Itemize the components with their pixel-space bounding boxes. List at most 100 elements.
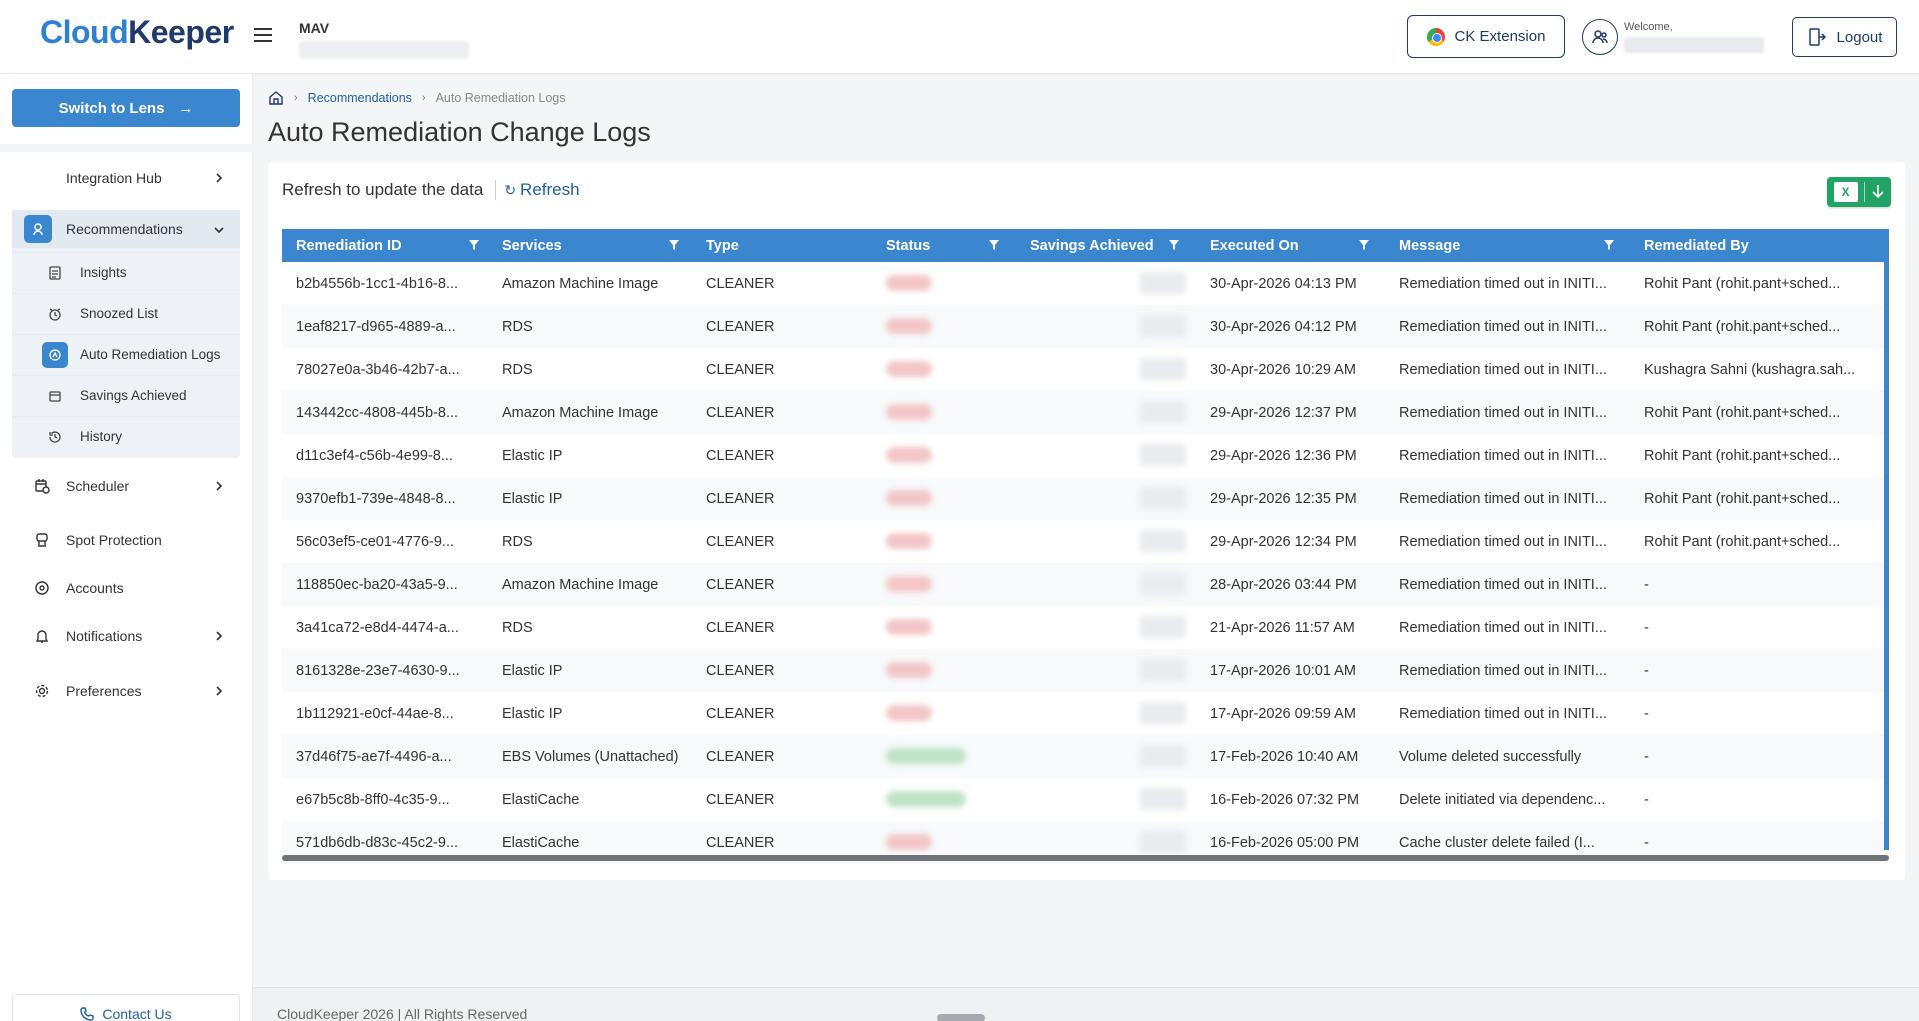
type-cell: CLEANER [706,361,775,378]
table-row[interactable]: d11c3ef4-c56b-4e99-8... Elastic IP CLEANER… [282,434,1889,477]
sidebar-item-savings-achieved[interactable]: Savings Achieved [12,375,240,415]
savings-cell [1016,520,1196,563]
table-row[interactable]: 9370efb1-739e-4848-8... Elastic IP CLEANER… [282,477,1889,520]
column-header-status[interactable]: Status [872,229,1016,262]
type-cell: CLEANER [706,705,775,722]
cloudkeeper-logo[interactable]: CloudKeeper [40,14,234,51]
table-row[interactable]: 118850ec-ba20-43a5-9... Amazon Machine Im… [282,563,1889,606]
savings-cell [1016,692,1196,735]
by-cell: Rohit Pant (rohit.pant+sched... [1644,275,1841,292]
table-row[interactable]: 37d46f75-ae7f-4496-a... EBS Volumes (Unat… [282,735,1889,778]
type-cell: CLEANER [706,662,775,679]
status-badge-redacted [886,662,932,678]
sidebar-item-label: Insights [80,265,127,280]
column-header-services[interactable]: Services [488,229,692,262]
scrollbar-thumb[interactable] [282,855,1889,861]
filter-icon[interactable] [1168,239,1180,251]
filter-icon[interactable] [988,239,1000,251]
sidebar-item-recommendations[interactable]: Recommendations [12,210,240,248]
logout-button[interactable]: Logout [1792,17,1897,57]
id-cell: 118850ec-ba20-43a5-9... [296,576,458,593]
column-header-remediated-by[interactable]: Remediated By [1630,229,1889,262]
vertical-scrollbar[interactable] [1884,262,1889,850]
column-header-type[interactable]: Type [692,229,872,262]
breadcrumb-recommendations[interactable]: Recommendations [308,91,412,105]
table-row[interactable]: 8161328e-23e7-4630-9... Elastic IP CLEANER… [282,649,1889,692]
status-badge-redacted [886,447,932,463]
sidebar-item-snoozed-list[interactable]: Snoozed List [12,293,240,333]
type-cell: CLEANER [706,791,775,808]
status-cell [872,563,1016,606]
gear-icon [28,677,56,705]
message-cell: Remediation timed out in INITI... [1399,490,1607,507]
by-cell: Rohit Pant (rohit.pant+sched... [1644,490,1841,507]
filter-icon[interactable] [468,239,480,251]
column-header-executed-on[interactable]: Executed On [1196,229,1385,262]
refresh-button[interactable]: ↻ Refresh [504,180,579,200]
type-cell: CLEANER [706,533,775,550]
filter-icon[interactable] [668,239,680,251]
contact-us-button[interactable]: Contact Us [12,994,240,1021]
service-cell: Amazon Machine Image [502,576,659,593]
sidebar-item-preferences[interactable]: Preferences [12,673,240,709]
type-cell: CLEANER [706,404,775,421]
savings-cell [1016,735,1196,778]
message-cell: Volume deleted successfully [1399,748,1582,765]
service-cell: Elastic IP [502,705,563,722]
savings-value-redacted [1140,401,1186,423]
sidebar-item-label: Savings Achieved [80,388,187,403]
sidebar-item-spot-protection[interactable]: Spot Protection [12,522,240,558]
scroll-handle[interactable] [937,1014,985,1021]
table-row[interactable]: 78027e0a-3b46-42b7-a... RDS CLEANER 30-Apr-… [282,348,1889,391]
menu-icon[interactable] [254,28,272,42]
sidebar-item-auto-remediation-logs[interactable]: Auto Remediation Logs [12,334,240,374]
id-cell: 8161328e-23e7-4630-9... [296,662,460,679]
chevron-right-icon: › [421,92,426,104]
savings-cell [1016,348,1196,391]
table-row[interactable]: b2b4556b-1cc1-4b16-8... Amazon Machine Im… [282,262,1889,305]
ck-extension-button[interactable]: CK Extension [1407,15,1565,58]
logout-icon [1808,28,1826,46]
table-row[interactable]: 3a41ca72-e8d4-4474-a... RDS CLEANER 21-Apr-… [282,606,1889,649]
document-icon [42,260,68,286]
service-cell: Elastic IP [502,662,563,679]
sidebar-item-history[interactable]: History [12,416,240,456]
table-row[interactable]: 1eaf8217-d965-4889-a... RDS CLEANER 30-Apr-… [282,305,1889,348]
export-excel-button[interactable]: X [1827,177,1891,207]
savings-value-redacted [1140,573,1186,595]
horizontal-scrollbar[interactable] [282,855,1889,861]
filter-icon[interactable] [1358,239,1370,251]
table-row[interactable]: 56c03ef5-ce01-4776-9... RDS CLEANER 29-Apr-… [282,520,1889,563]
by-cell: Kushagra Sahni (kushagra.sah... [1644,361,1856,378]
table-row[interactable]: 1b112921-e0cf-44ae-8... Elastic IP CLEANER… [282,692,1889,735]
chevron-right-icon [216,173,223,183]
column-header-remediation-id[interactable]: Remediation ID [282,229,487,262]
filter-icon[interactable] [1603,239,1615,251]
switch-to-lens-button[interactable]: Switch to Lens → [12,89,240,127]
status-cell [872,262,1016,305]
sidebar-item-integration-hub[interactable]: Integration Hub [12,160,240,196]
column-header-message[interactable]: Message [1385,229,1630,262]
type-cell: CLEANER [706,275,775,292]
status-badge-redacted [886,748,966,764]
username-redacted [1624,37,1764,53]
recommendations-icon [24,215,52,243]
user-profile[interactable]: Welcome, [1582,15,1766,58]
sidebar-item-insights[interactable]: Insights [12,252,240,292]
type-cell: CLEANER [706,619,775,636]
breadcrumb: › Recommendations › Auto Remediation Log… [268,90,566,106]
executed-cell: 30-Apr-2026 04:12 PM [1210,318,1357,335]
executed-cell: 17-Feb-2026 10:40 AM [1210,748,1359,765]
sidebar-item-scheduler[interactable]: Scheduler [12,468,240,504]
sidebar-item-notifications[interactable]: Notifications [12,618,240,654]
sidebar-item-accounts[interactable]: Accounts [12,570,240,606]
table-header: Remediation ID Services Type Status Savi… [282,229,1889,262]
column-header-savings-achieved[interactable]: Savings Achieved [1016,229,1196,262]
home-icon[interactable] [268,90,284,106]
by-cell: - [1644,662,1649,679]
savings-cell [1016,434,1196,477]
status-cell [872,520,1016,563]
table-row[interactable]: e67b5c8b-8ff0-4c35-9... ElastiCache CLEANE… [282,778,1889,821]
executed-cell: 29-Apr-2026 12:36 PM [1210,447,1357,464]
table-row[interactable]: 143442cc-4808-445b-8... Amazon Machine Im… [282,391,1889,434]
